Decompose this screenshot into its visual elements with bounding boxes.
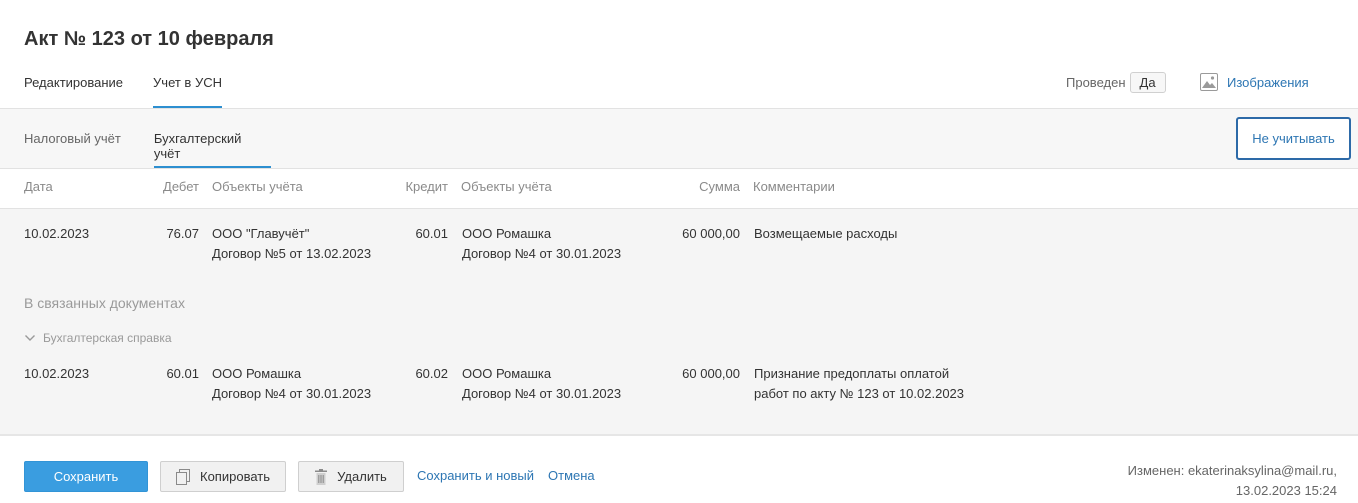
modified-by: Изменен: ekaterinaksylina@mail.ru,: [1127, 463, 1337, 478]
row-debit: 60.01: [166, 366, 199, 381]
main-tabs: Редактирование Учет в УСН: [24, 74, 252, 108]
copy-icon: [176, 468, 190, 485]
column-header-debit: Дебет: [163, 179, 199, 194]
row-debit-object: ООО "Главучёт": [212, 226, 310, 241]
column-header-date: Дата: [24, 179, 53, 194]
tab-editing[interactable]: Редактирование: [24, 74, 123, 108]
chevron-down-icon: [25, 335, 35, 341]
row-debit-object: ООО Ромашка: [212, 366, 302, 381]
row-credit-object: ООО Ромашка: [462, 366, 552, 381]
divider: [0, 208, 1358, 209]
row-credit-contract: Договор №4 от 30.01.2023: [462, 246, 622, 261]
images-link[interactable]: Изображения: [1200, 73, 1309, 91]
row-credit: 60.01: [415, 226, 448, 241]
image-icon: [1200, 73, 1218, 91]
row-comment-continued: работ по акту № 123 от 10.02.2023: [754, 386, 965, 401]
copy-button-label[interactable]: Копировать: [200, 469, 270, 484]
related-document-toggle[interactable]: Бухгалтерская справка: [24, 331, 172, 345]
row-comment: Признание предоплаты оплатой: [754, 366, 950, 381]
row-debit-contract: Договор №5 от 13.02.2023: [212, 246, 372, 261]
ignore-button[interactable]: Не учитывать: [1236, 117, 1351, 160]
row-debit-contract: Договор №4 от 30.01.2023: [212, 386, 372, 401]
posted-toggle[interactable]: Да: [1129, 72, 1166, 93]
copy-button[interactable]: Копировать: [160, 461, 286, 492]
modified-info: Изменен: ekaterinaksylina@mail.ru, 13.02…: [1128, 461, 1337, 501]
images-link-label[interactable]: Изображения: [1227, 75, 1309, 90]
sub-tabs: Налоговый учёт Бухгалтерский учёт: [24, 131, 304, 168]
tab-tax-accounting[interactable]: Налоговый учёт: [24, 131, 121, 168]
save-and-new-link[interactable]: Сохранить и новый: [417, 468, 534, 483]
column-header-credit-objects: Объекты учёта: [461, 179, 552, 194]
column-header-credit: Кредит: [405, 179, 448, 194]
row-date: 10.02.2023: [24, 366, 90, 381]
tab-bookkeeping[interactable]: Бухгалтерский учёт: [153, 131, 271, 168]
column-header-sum: Сумма: [699, 179, 740, 194]
column-header-comments: Комментарии: [753, 179, 835, 194]
row-credit-contract: Договор №4 от 30.01.2023: [462, 386, 622, 401]
cancel-link[interactable]: Отмена: [548, 468, 595, 483]
related-document-label[interactable]: Бухгалтерская справка: [43, 331, 172, 345]
column-header-debit-objects: Объекты учёта: [212, 179, 303, 194]
trash-icon: [315, 468, 328, 485]
row-credit-object: ООО Ромашка: [462, 226, 552, 241]
delete-button[interactable]: Удалить: [298, 461, 404, 492]
row-debit: 76.07: [166, 226, 199, 241]
footer-divider: [0, 434, 1358, 436]
modified-date: 13.02.2023 15:24: [1235, 483, 1337, 498]
page-title: Акт № 123 от 10 февраля: [24, 28, 274, 50]
row-sum: 60 000,00: [682, 226, 740, 241]
related-documents-title: В связанных документах: [24, 295, 185, 311]
tab-usn-accounting[interactable]: Учет в УСН: [153, 74, 222, 108]
delete-button-label[interactable]: Удалить: [337, 469, 387, 484]
row-credit: 60.02: [415, 366, 448, 381]
save-button[interactable]: Сохранить: [24, 461, 148, 492]
row-sum: 60 000,00: [682, 366, 740, 381]
row-date: 10.02.2023: [24, 226, 90, 241]
posted-label: Проведен: [1066, 75, 1126, 90]
posted-status: Проведен Да: [1066, 72, 1166, 93]
divider: [0, 168, 1358, 169]
row-comment: Возмещаемые расходы: [754, 226, 898, 241]
